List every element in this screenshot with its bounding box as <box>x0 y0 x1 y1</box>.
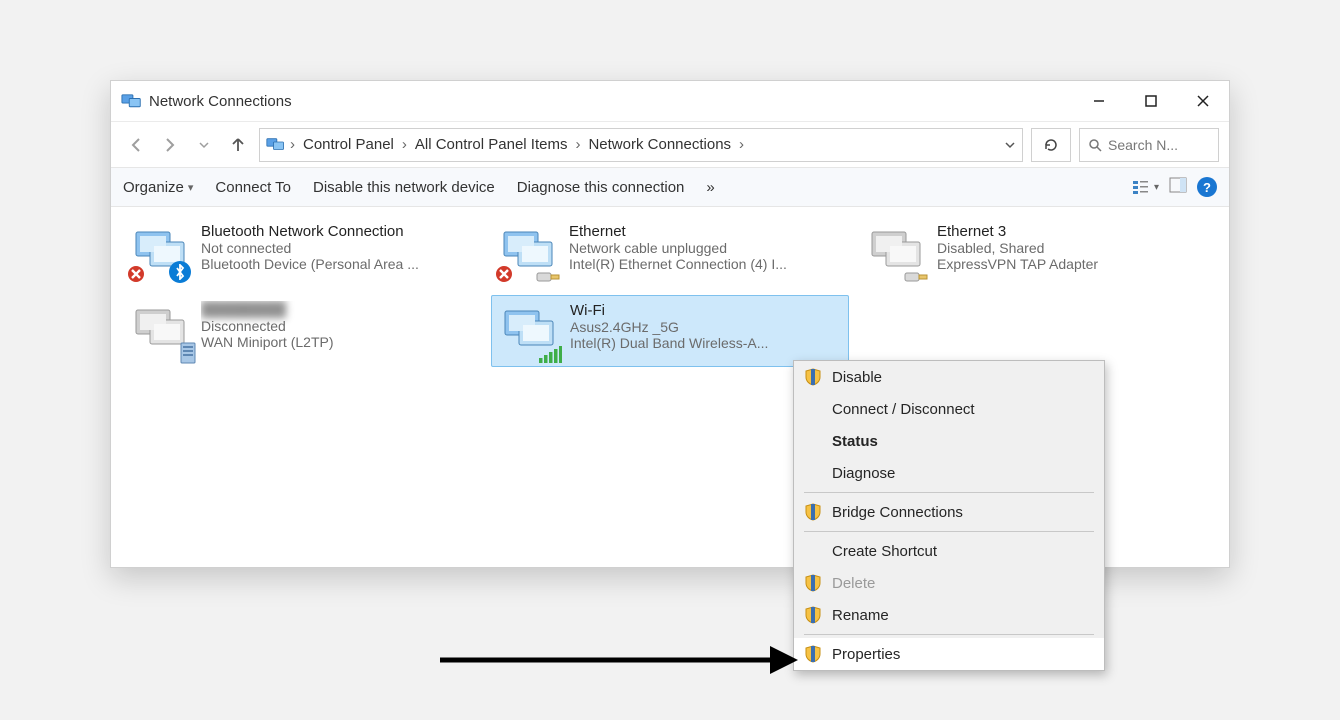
network-icon <box>865 223 927 281</box>
minimize-button[interactable] <box>1073 81 1125 121</box>
connect-to-button[interactable]: Connect To <box>215 179 291 196</box>
breadcrumb-network-connections[interactable]: Network Connections <box>584 134 735 155</box>
diagnose-connection-button[interactable]: Diagnose this connection <box>517 179 685 196</box>
back-button[interactable] <box>123 132 149 158</box>
connection-name: Ethernet <box>569 223 787 240</box>
command-bar: Organize▾ Connect To Disable this networ… <box>111 167 1229 207</box>
cm-label: Bridge Connections <box>832 504 963 521</box>
cm-create-shortcut[interactable]: Create Shortcut <box>794 535 1104 567</box>
cable-badge-icon <box>535 269 563 285</box>
close-button[interactable] <box>1177 81 1229 121</box>
organize-menu[interactable]: Organize▾ <box>123 179 193 196</box>
preview-pane-button[interactable] <box>1169 177 1187 197</box>
connection-status: Disabled, Shared <box>937 240 1098 256</box>
help-button[interactable]: ? <box>1197 177 1217 197</box>
network-icon <box>129 301 191 359</box>
navigation-bar: › Control Panel › All Control Panel Item… <box>111 121 1229 167</box>
search-icon <box>1088 138 1102 152</box>
view-mode-button[interactable]: ▾ <box>1132 179 1159 195</box>
connection-device: WAN Miniport (L2TP) <box>201 334 334 350</box>
overflow-button[interactable]: » <box>706 179 714 196</box>
window-title: Network Connections <box>149 93 292 110</box>
connection-name: Bluetooth Network Connection <box>201 223 419 240</box>
cm-delete: Delete <box>794 567 1104 599</box>
connection-device: Intel(R) Dual Band Wireless-A... <box>570 335 768 351</box>
recent-locations-button[interactable] <box>191 132 217 158</box>
search-placeholder: Search N... <box>1108 137 1178 153</box>
cable-badge-icon <box>903 269 931 285</box>
chevron-down-icon[interactable] <box>1004 139 1016 151</box>
chevron-right-icon: › <box>402 136 407 153</box>
search-input[interactable]: Search N... <box>1079 128 1219 162</box>
cm-bridge-connections[interactable]: Bridge Connections <box>794 496 1104 528</box>
chevron-right-icon: › <box>575 136 580 153</box>
bluetooth-badge-icon <box>169 261 191 283</box>
separator <box>804 492 1094 493</box>
cm-diagnose[interactable]: Diagnose <box>794 457 1104 489</box>
connection-name: Wi-Fi <box>570 302 768 319</box>
network-icon <box>497 223 559 281</box>
connection-name: ████████ <box>201 301 334 318</box>
connection-status: Disconnected <box>201 318 334 334</box>
cm-label: Connect / Disconnect <box>832 401 975 418</box>
connection-status: Asus2.4GHz _5G <box>570 319 768 335</box>
connection-device: Intel(R) Ethernet Connection (4) I... <box>569 256 787 272</box>
cm-properties[interactable]: Properties <box>794 638 1104 670</box>
cm-label: Properties <box>832 646 900 663</box>
cm-label: Diagnose <box>832 465 895 482</box>
address-icon <box>266 137 286 153</box>
connection-wan-miniport[interactable]: ████████ Disconnected WAN Miniport (L2TP… <box>123 295 481 367</box>
shield-icon <box>804 503 822 521</box>
cm-label: Disable <box>832 369 882 386</box>
wifi-signal-icon <box>538 344 562 364</box>
context-menu: Disable Connect / Disconnect Status Diag… <box>793 360 1105 671</box>
shield-icon <box>804 368 822 386</box>
connection-wifi[interactable]: Wi-Fi Asus2.4GHz _5G Intel(R) Dual Band … <box>491 295 849 367</box>
forward-button[interactable] <box>157 132 183 158</box>
cm-status[interactable]: Status <box>794 425 1104 457</box>
connection-ethernet[interactable]: Ethernet Network cable unplugged Intel(R… <box>491 217 849 287</box>
network-icon <box>129 223 191 281</box>
connection-device: ExpressVPN TAP Adapter <box>937 256 1098 272</box>
connection-bluetooth[interactable]: Bluetooth Network Connection Not connect… <box>123 217 481 287</box>
connection-ethernet3[interactable]: Ethernet 3 Disabled, Shared ExpressVPN T… <box>859 217 1217 287</box>
cm-rename[interactable]: Rename <box>794 599 1104 631</box>
annotation-arrow <box>440 640 800 680</box>
cm-label: Delete <box>832 575 875 592</box>
error-badge-icon <box>127 265 145 283</box>
shield-icon <box>804 645 822 663</box>
connection-status: Network cable unplugged <box>569 240 787 256</box>
connection-status: Not connected <box>201 240 419 256</box>
cm-connect-disconnect[interactable]: Connect / Disconnect <box>794 393 1104 425</box>
connection-name: Ethernet 3 <box>937 223 1098 240</box>
shield-icon <box>804 574 822 592</box>
shield-icon <box>804 606 822 624</box>
address-bar[interactable]: › Control Panel › All Control Panel Item… <box>259 128 1023 162</box>
up-button[interactable] <box>225 132 251 158</box>
app-icon <box>121 92 143 110</box>
chevron-right-icon: › <box>290 136 295 153</box>
titlebar: Network Connections <box>111 81 1229 121</box>
chevron-right-icon: › <box>739 136 744 153</box>
breadcrumb-control-panel[interactable]: Control Panel <box>299 134 398 155</box>
cm-label: Status <box>832 433 878 450</box>
maximize-button[interactable] <box>1125 81 1177 121</box>
cm-label: Rename <box>832 607 889 624</box>
separator <box>804 634 1094 635</box>
refresh-button[interactable] <box>1031 128 1071 162</box>
error-badge-icon <box>495 265 513 283</box>
separator <box>804 531 1094 532</box>
cm-disable[interactable]: Disable <box>794 361 1104 393</box>
breadcrumb-all-items[interactable]: All Control Panel Items <box>411 134 572 155</box>
cm-label: Create Shortcut <box>832 543 937 560</box>
disable-device-button[interactable]: Disable this network device <box>313 179 495 196</box>
network-icon <box>498 302 560 360</box>
server-badge-icon <box>179 341 197 365</box>
connection-device: Bluetooth Device (Personal Area ... <box>201 256 419 272</box>
